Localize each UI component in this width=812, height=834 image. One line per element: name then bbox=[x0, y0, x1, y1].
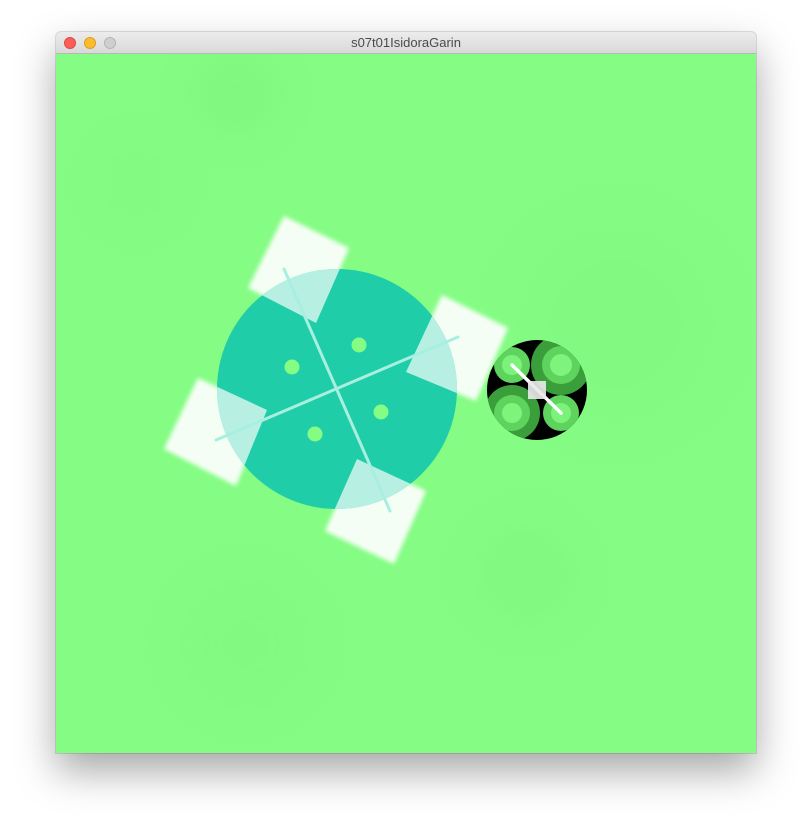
dot-bottom-right bbox=[373, 404, 389, 420]
dot-top-right bbox=[351, 337, 367, 353]
sketch-canvas[interactable] bbox=[56, 54, 756, 753]
dot-top-left bbox=[284, 359, 300, 375]
small-disc-square bbox=[528, 381, 546, 399]
title-bar[interactable]: s07t01IsidoraGarin bbox=[56, 32, 756, 54]
window-title: s07t01IsidoraGarin bbox=[351, 35, 461, 50]
app-window: s07t01IsidoraGarin bbox=[56, 32, 756, 753]
sketch-svg bbox=[56, 54, 756, 753]
dot-bottom-left bbox=[307, 426, 323, 442]
